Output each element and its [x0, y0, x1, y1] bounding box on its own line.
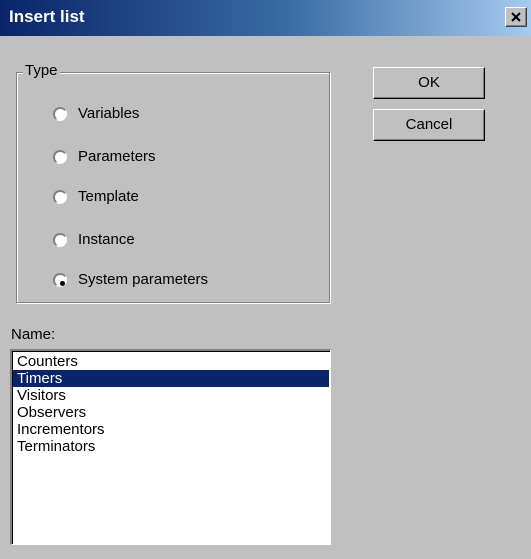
ok-button[interactable]: OK [373, 67, 485, 99]
type-group-box [16, 72, 330, 303]
radio-circle [53, 107, 67, 121]
name-listbox[interactable]: Counters Timers Visitors Observers Incre… [10, 349, 331, 545]
list-item-observers[interactable]: Observers [13, 404, 329, 421]
list-item-visitors[interactable]: Visitors [13, 387, 329, 404]
radio-selected-dot [60, 281, 65, 286]
radio-circle [53, 273, 67, 287]
insert-list-dialog: Insert list Type Variables Parameters Te… [0, 0, 531, 559]
close-button[interactable] [505, 7, 527, 27]
radio-circle [53, 233, 67, 247]
list-item-counters[interactable]: Counters [13, 353, 329, 370]
list-item-terminators[interactable]: Terminators [13, 438, 329, 455]
list-item-timers[interactable]: Timers [13, 370, 329, 387]
type-group-legend: Type [23, 62, 60, 80]
cancel-button[interactable]: Cancel [373, 109, 485, 141]
radio-circle [53, 150, 67, 164]
dialog-title: Insert list [9, 7, 85, 26]
radio-label: System parameters [78, 271, 209, 288]
list-item-incrementors[interactable]: Incrementors [13, 421, 329, 438]
radio-label: Template [78, 188, 139, 205]
radio-label: Variables [78, 105, 140, 122]
name-label: Name: [11, 326, 56, 343]
radio-label: Instance [78, 231, 135, 248]
title-bar[interactable]: Insert list [0, 0, 531, 36]
radio-circle [53, 190, 67, 204]
radio-label: Parameters [78, 148, 156, 165]
close-icon [511, 12, 521, 22]
